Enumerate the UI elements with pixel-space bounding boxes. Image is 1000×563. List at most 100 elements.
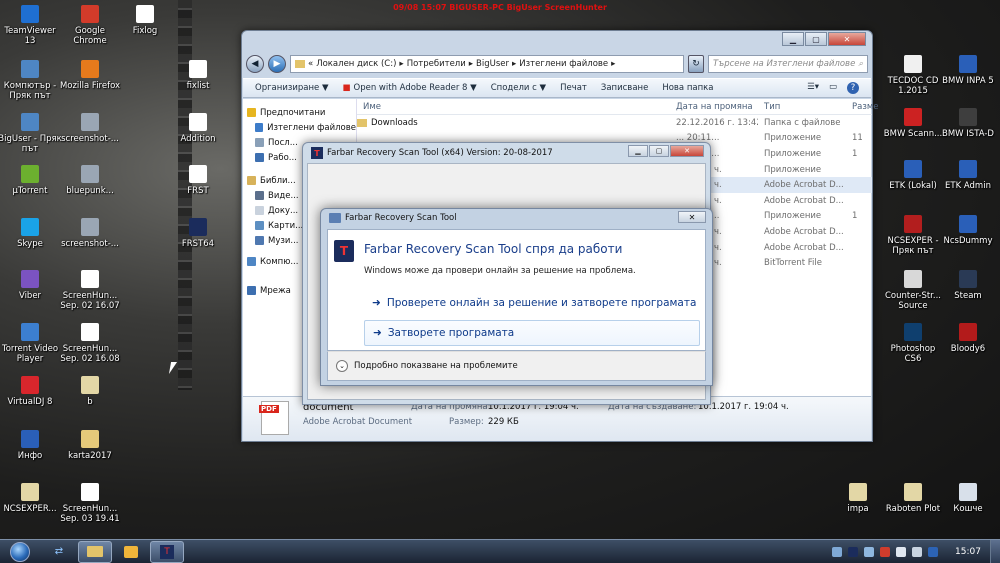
- taskbar-media-player[interactable]: [114, 541, 148, 563]
- breadcrumb-part[interactable]: Потребители: [407, 59, 466, 69]
- taskbar-frst[interactable]: T: [150, 540, 184, 563]
- search-input[interactable]: Търсене на Изтеглени файлове ⌕: [708, 55, 868, 73]
- desktop-icon[interactable]: ETK Admin: [936, 160, 1000, 191]
- help-icon[interactable]: ?: [847, 82, 859, 94]
- desktop-icon[interactable]: ScreenHun... Sep. 03 19.41: [58, 483, 122, 524]
- close-button[interactable]: ✕: [670, 145, 704, 157]
- file-row[interactable]: Downloads 22.12.2016 г. 13:42... Папка с ф…: [357, 115, 872, 131]
- desktop-icon[interactable]: BMW INPA 5: [936, 55, 1000, 86]
- desktop-icon[interactable]: Fixlog: [113, 5, 177, 36]
- desktop-icon-label: Skype: [17, 239, 43, 249]
- nav-item-favorites[interactable]: Предпочитани: [243, 105, 356, 120]
- desktop-icon[interactable]: Mozilla Firefox: [58, 60, 122, 91]
- torrent-player-icon: [21, 323, 39, 341]
- desktop-icon[interactable]: VirtualDJ 8: [0, 376, 62, 407]
- desktop-icon[interactable]: b: [58, 376, 122, 407]
- open-with-button[interactable]: ■ Open with Adobe Reader 8 ▼: [343, 83, 477, 93]
- tray-frst-icon[interactable]: [848, 546, 858, 557]
- nav-label: Изтеглени файлове: [267, 122, 356, 133]
- desktop-icon[interactable]: Компютър - Пряк път: [0, 60, 62, 101]
- archive-icon: [81, 376, 99, 394]
- desktop-icon[interactable]: FRST64: [166, 218, 230, 249]
- column-date[interactable]: Дата на промяна: [670, 102, 758, 112]
- column-type[interactable]: Тип: [758, 102, 846, 112]
- tray-notification-icon[interactable]: [832, 546, 842, 557]
- back-button[interactable]: ◀: [246, 55, 264, 73]
- desktop-icon[interactable]: screenshot-...: [58, 218, 122, 249]
- desktop-icon[interactable]: TeamViewer 13: [0, 5, 62, 46]
- taskbar-teamviewer[interactable]: ⇄: [42, 541, 76, 563]
- maximize-button[interactable]: ▢: [805, 32, 827, 46]
- desktop-icon[interactable]: Torrent Video Player: [0, 323, 62, 364]
- desktop-icon[interactable]: fixlist: [166, 60, 230, 91]
- details-toggle[interactable]: Подробно показване на проблемите: [354, 361, 518, 371]
- desktop-icon[interactable]: Bloody6: [936, 323, 1000, 354]
- error-dialog[interactable]: Farbar Recovery Scan Tool ✕ T Farbar Rec…: [320, 208, 713, 386]
- check-online-option[interactable]: ➜ Проверете онлайн за решение и затворет…: [364, 290, 700, 316]
- view-icon[interactable]: ☰▾: [807, 82, 819, 94]
- desktop-icon[interactable]: screenshot-...: [58, 113, 122, 144]
- desktop-icon[interactable]: bluepunk...: [58, 165, 122, 196]
- firefox-icon: [81, 60, 99, 78]
- dialog-close-button[interactable]: ✕: [678, 211, 706, 223]
- burn-button[interactable]: Записване: [601, 83, 648, 93]
- desktop-icon[interactable]: BMW ISTA-D: [936, 108, 1000, 139]
- frst-icon: T: [311, 147, 323, 159]
- desktop-icon-label: Torrent Video Player: [1, 344, 59, 364]
- desktop-icon[interactable]: BigUser - Пряк път: [0, 113, 62, 154]
- desktop-icon-label: bluepunk...: [66, 186, 114, 196]
- minimize-button[interactable]: ▁: [782, 32, 804, 46]
- taskbar-clock[interactable]: 15:07: [946, 547, 990, 557]
- recycle-bin-icon: [959, 483, 977, 501]
- image-file-icon: [81, 483, 99, 501]
- chrome-icon: [81, 5, 99, 23]
- desktop-icon[interactable]: NCSEXPER...: [0, 483, 62, 514]
- breadcrumb-part[interactable]: «: [308, 59, 313, 69]
- music-icon: [255, 236, 264, 245]
- desktop-icon[interactable]: karta2017: [58, 430, 122, 461]
- show-desktop-button[interactable]: [990, 539, 1000, 563]
- tray-volume-icon[interactable]: [912, 546, 922, 557]
- desktop-icon[interactable]: ScreenHun... Sep. 02 16.08: [58, 323, 122, 364]
- desktop-icon[interactable]: Skype: [0, 218, 62, 249]
- desktop-icon[interactable]: Steam: [936, 270, 1000, 301]
- breadcrumb-part[interactable]: BigUser: [476, 59, 509, 69]
- desktop-icon[interactable]: NcsDummy: [936, 215, 1000, 246]
- desktop-icon-label: Steam: [954, 291, 982, 301]
- forward-button[interactable]: ▶: [268, 55, 286, 73]
- new-folder-button[interactable]: Нова папка: [662, 83, 713, 93]
- breadcrumb-part[interactable]: Локален диск (C:): [316, 59, 396, 69]
- maximize-button[interactable]: ▢: [649, 145, 669, 157]
- close-button[interactable]: ✕: [828, 32, 866, 46]
- desktop-icon-label: FRST64: [181, 239, 215, 249]
- desktop-icon[interactable]: Addition: [166, 113, 230, 144]
- desktop-icon[interactable]: Кошче: [936, 483, 1000, 514]
- tray-flag-icon[interactable]: [880, 546, 890, 557]
- breadcrumb-part[interactable]: Изтеглени файлове: [519, 59, 608, 69]
- desktop-icon[interactable]: Инфо: [0, 430, 62, 461]
- start-button[interactable]: [0, 540, 40, 563]
- desktop-icon[interactable]: Viber: [0, 270, 62, 301]
- column-size[interactable]: Разме: [846, 102, 879, 112]
- desktop-icon[interactable]: µTorrent: [0, 165, 62, 196]
- desktop-icon[interactable]: FRST: [166, 165, 230, 196]
- minimize-button[interactable]: ▁: [628, 145, 648, 157]
- breadcrumb-part: ▸: [611, 59, 616, 69]
- text-file-icon: [189, 113, 207, 131]
- preview-pane-icon[interactable]: ▭: [829, 82, 837, 94]
- organize-button[interactable]: Организиране ▼: [255, 83, 329, 93]
- tray-signal-icon[interactable]: [896, 546, 906, 557]
- print-button[interactable]: Печат: [560, 83, 587, 93]
- close-program-option[interactable]: ➜ Затворете програмата: [364, 320, 700, 346]
- nav-item-downloads[interactable]: Изтеглени файлове: [243, 120, 356, 135]
- taskbar-explorer[interactable]: [78, 540, 112, 563]
- chevron-down-icon[interactable]: ⌄: [336, 360, 348, 372]
- breadcrumb[interactable]: « Локален диск (C:) ▸ Потребители ▸ BigU…: [290, 55, 684, 73]
- tray-bluetooth-icon[interactable]: [928, 546, 938, 557]
- file-type: Adobe Acrobat D...: [764, 180, 844, 191]
- column-name[interactable]: Име: [357, 102, 670, 112]
- tray-network-icon[interactable]: [864, 546, 874, 557]
- desktop-icon[interactable]: ScreenHun... Sep. 02 16.07: [58, 270, 122, 311]
- refresh-button[interactable]: ↻: [688, 55, 704, 73]
- share-button[interactable]: Сподели с ▼: [491, 83, 546, 93]
